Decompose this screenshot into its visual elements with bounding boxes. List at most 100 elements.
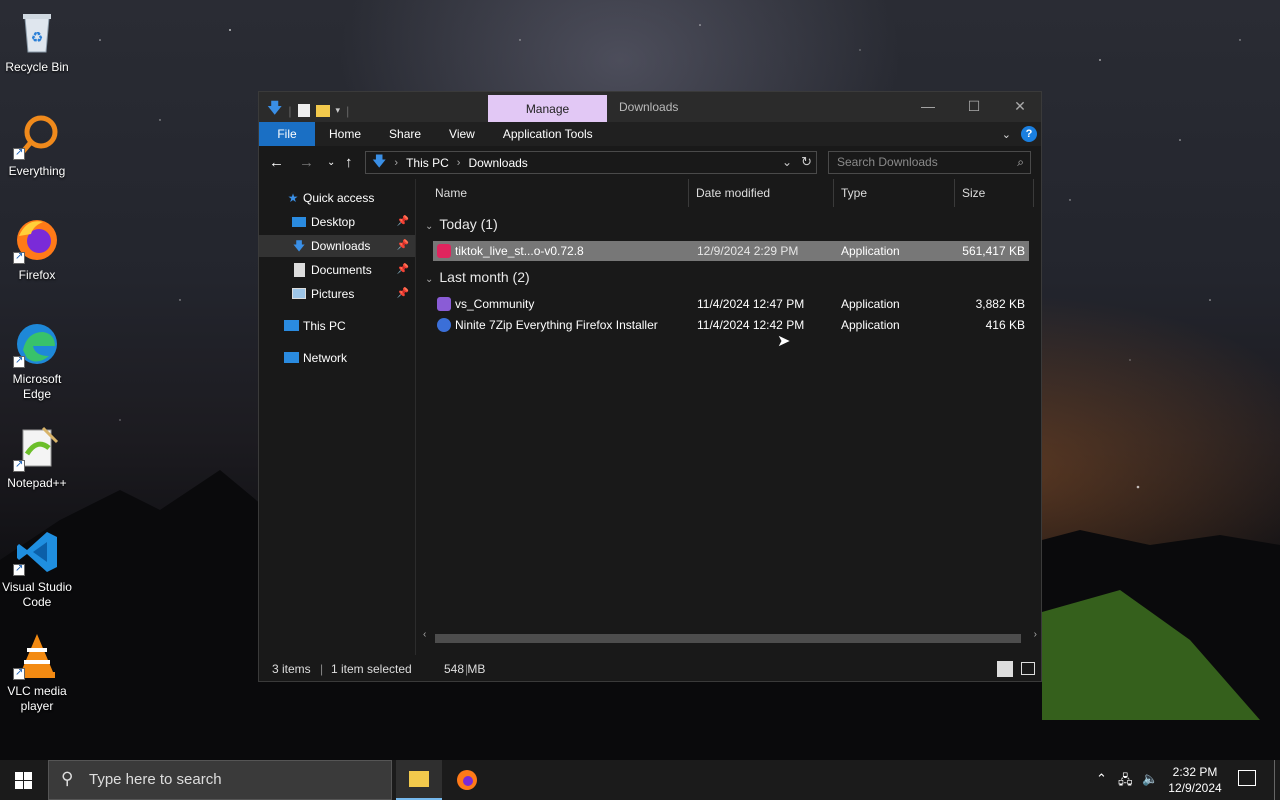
search-input[interactable]: Search Downloads ⌕	[828, 151, 1031, 174]
nav-label: Downloads	[311, 239, 371, 253]
status-item-count: 3 items	[272, 662, 311, 676]
desktop-icon-edge[interactable]: Microsoft Edge	[0, 320, 74, 402]
show-hidden-icons-icon[interactable]: ⌃	[1096, 771, 1107, 787]
visual-studio-icon	[437, 297, 451, 311]
nav-network[interactable]: Network	[259, 347, 415, 369]
taskbar: ⚲ Type here to search ⌃ 🖧 🔈 2:32 PM 12/9…	[0, 760, 1280, 800]
recent-locations-icon[interactable]: ⌄	[327, 157, 335, 168]
minimize-button[interactable]: —	[905, 92, 951, 122]
desktop-icon-label: VLC media player	[7, 684, 67, 713]
volume-muted-icon[interactable]: 🔈	[1142, 771, 1158, 787]
notifications-icon[interactable]	[1238, 770, 1256, 786]
file-row[interactable]: Ninite 7Zip Everything Firefox Installer…	[433, 315, 1029, 335]
file-name: tiktok_live_st...o-v0.72.8	[455, 244, 584, 258]
nav-this-pc[interactable]: This PC	[259, 315, 415, 337]
breadcrumb-this-pc[interactable]: This PC	[406, 156, 449, 170]
title-bar: 🡇 | ▾ | Manage Downloads — ☐ ✕	[259, 92, 1041, 122]
taskbar-firefox[interactable]	[444, 760, 490, 800]
desktop-icon-vlc[interactable]: VLC media player	[0, 632, 74, 714]
tab-view[interactable]: View	[435, 122, 489, 146]
network-status-icon[interactable]: 🖧	[1118, 771, 1133, 793]
nav-label: Documents	[311, 263, 372, 277]
downloads-folder-icon: 🡇	[292, 239, 306, 253]
vlc-icon	[13, 632, 61, 680]
pin-icon[interactable]: 📌	[397, 211, 409, 233]
file-type: Application	[841, 244, 900, 258]
desktop-icon-recycle-bin[interactable]: ♻ Recycle Bin	[0, 8, 74, 75]
desktop-folder-icon	[291, 211, 307, 234]
details-view-icon[interactable]	[997, 661, 1013, 677]
file-row[interactable]: vs_Community 11/4/2024 12:47 PM Applicat…	[433, 294, 1029, 314]
tab-application-tools[interactable]: Application Tools	[489, 122, 607, 146]
maximize-button[interactable]: ☐	[951, 92, 997, 122]
address-row: ← → ⌄ ↑ 🡇 › This PC › Downloads ⌄ ↻ Sear…	[259, 146, 1041, 179]
column-header-date[interactable]: Date modified	[690, 179, 834, 207]
search-icon: ⌕	[1017, 155, 1024, 169]
group-header-last-month[interactable]: ⌄ Last month (2)	[425, 269, 530, 285]
breadcrumb-separator-icon[interactable]: ›	[394, 157, 398, 169]
file-name: vs_Community	[455, 297, 535, 311]
column-header-type[interactable]: Type	[835, 179, 955, 207]
file-date: 11/4/2024 12:42 PM	[697, 318, 805, 332]
scrollbar-thumb[interactable]	[435, 634, 1021, 643]
nav-quick-access[interactable]: ★ Quick access	[259, 187, 415, 209]
pin-icon[interactable]: 📌	[397, 259, 409, 281]
tab-manage[interactable]: Manage	[488, 95, 607, 122]
pin-icon[interactable]: 📌	[397, 283, 409, 305]
tiktok-app-icon	[437, 244, 451, 258]
properties-icon[interactable]	[297, 104, 310, 117]
address-dropdown-icon[interactable]: ⌄	[782, 155, 792, 169]
customize-toolbar-icon[interactable]: ▾	[336, 105, 341, 116]
up-icon[interactable]: ↑	[345, 154, 353, 171]
clock-date: 12/9/2024	[1168, 781, 1222, 795]
large-icons-view-icon[interactable]	[1021, 662, 1035, 675]
nav-pictures[interactable]: Pictures 📌	[259, 283, 415, 305]
desktop-icon-vscode[interactable]: Visual Studio Code	[0, 528, 74, 610]
scroll-right-icon[interactable]: ›	[1034, 629, 1037, 640]
desktop-icon-everything[interactable]: Everything	[0, 112, 74, 179]
ribbon-tabs: File Home Share View Application Tools ⌄…	[259, 122, 1041, 146]
expand-ribbon-icon[interactable]: ⌄	[1002, 128, 1011, 141]
pin-icon[interactable]: 📌	[397, 235, 409, 257]
scroll-left-icon[interactable]: ‹	[423, 629, 426, 640]
download-folder-icon[interactable]: 🡇	[267, 98, 282, 123]
nav-label: Desktop	[311, 215, 356, 229]
desktop-icon-notepadpp[interactable]: Notepad++	[0, 424, 74, 491]
address-bar[interactable]: 🡇 › This PC › Downloads ⌄ ↻	[365, 151, 817, 174]
file-list: Name Date modified Type Size ⌄ Today (1) …	[417, 179, 1041, 655]
refresh-icon[interactable]: ↻	[801, 154, 812, 170]
nav-downloads[interactable]: 🡇 Downloads 📌	[259, 235, 415, 257]
nav-desktop[interactable]: Desktop 📌	[259, 211, 415, 233]
file-size: 416 KB	[985, 318, 1025, 332]
nav-documents[interactable]: Documents 📌	[259, 259, 415, 281]
group-label: Today (1)	[439, 216, 498, 232]
windows-start-icon[interactable]	[15, 772, 32, 789]
tab-file[interactable]: File	[259, 122, 315, 146]
file-type: Application	[841, 318, 900, 332]
file-explorer-icon	[409, 771, 429, 787]
group-label: Last month (2)	[439, 269, 530, 285]
close-button[interactable]: ✕	[997, 92, 1043, 122]
downloads-location-icon: 🡇	[372, 152, 387, 169]
taskbar-file-explorer[interactable]	[396, 760, 442, 800]
column-header-size[interactable]: Size	[956, 179, 1034, 207]
forward-icon[interactable]: →	[299, 154, 314, 171]
breadcrumb-downloads[interactable]: Downloads	[468, 156, 527, 170]
desktop-icon-label: Visual Studio Code	[2, 580, 72, 609]
horizontal-scrollbar[interactable]: ‹ ›	[421, 629, 1039, 645]
show-desktop-button[interactable]	[1274, 760, 1275, 800]
file-row[interactable]: tiktok_live_st...o-v0.72.8 12/9/2024 2:2…	[433, 241, 1029, 261]
column-header-name[interactable]: Name	[429, 179, 689, 207]
back-icon[interactable]: ←	[269, 154, 284, 171]
clock[interactable]: 2:32 PM 12/9/2024	[1166, 764, 1224, 796]
help-icon[interactable]: ?	[1021, 126, 1037, 142]
group-header-today[interactable]: ⌄ Today (1)	[425, 216, 498, 232]
taskbar-search-box[interactable]: ⚲ Type here to search	[48, 760, 392, 800]
quick-access-toolbar: 🡇 | ▾ |	[267, 98, 349, 123]
breadcrumb-separator-icon[interactable]: ›	[457, 157, 461, 169]
new-folder-icon[interactable]	[315, 104, 330, 117]
desktop-icon-firefox[interactable]: Firefox	[0, 216, 74, 283]
tab-home[interactable]: Home	[315, 122, 375, 146]
ninite-icon	[437, 318, 451, 332]
tab-share[interactable]: Share	[375, 122, 435, 146]
